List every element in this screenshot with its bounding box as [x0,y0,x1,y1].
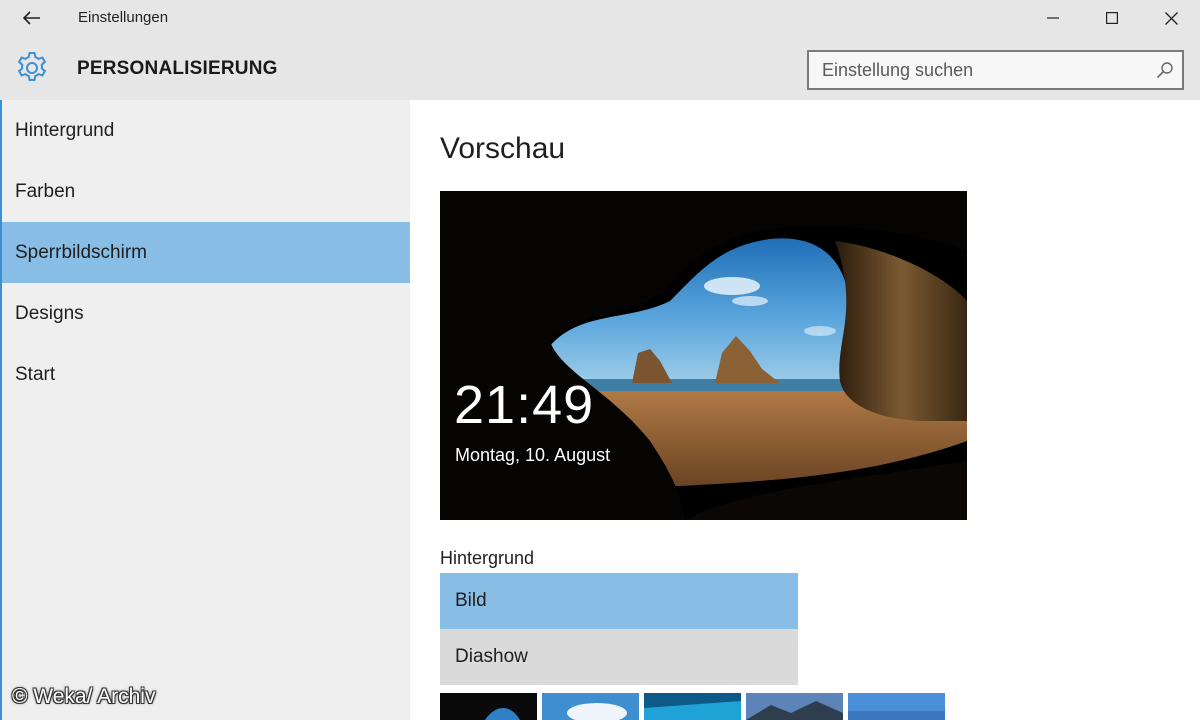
option-label: Bild [455,590,487,611]
sidebar-item-label: Farben [15,180,76,202]
thumbnail-3[interactable] [644,693,741,720]
page-title: Vorschau [440,132,566,165]
maximize-icon [1106,12,1118,24]
sidebar-item-start[interactable]: Start [2,344,410,405]
thumbnail-5[interactable] [848,693,945,720]
sidebar-item-label: Designs [15,302,84,324]
sidebar-item-farben[interactable]: Farben [2,161,410,222]
thumbnail-image [542,693,639,720]
option-label: Diashow [455,646,528,667]
sidebar-item-label: Sperrbildschirm [15,241,147,263]
thumbnail-4[interactable] [746,693,843,720]
thumbnail-1[interactable] [440,693,537,720]
background-option-diashow[interactable]: Diashow [440,629,798,685]
gear-icon [17,52,47,81]
minimize-button[interactable] [1024,0,1082,36]
sidebar-item-label: Start [15,363,56,385]
thumbnail-2[interactable] [542,693,639,720]
section-title: PERSONALISIERUNG [77,58,278,79]
search-input[interactable] [809,52,1149,88]
main-content: Vorschau 21:49 Montag, 10. August Hinter… [410,100,1200,720]
window-title: Einstellungen [78,9,169,26]
maximize-button[interactable] [1083,0,1141,36]
minimize-icon [1047,17,1059,19]
page-header: PERSONALISIERUNG [0,36,1200,100]
search-icon[interactable] [1156,61,1174,79]
sidebar-item-label: Hintergrund [15,119,115,141]
title-bar: Einstellungen [0,0,1200,36]
background-label: Hintergrund [440,548,535,568]
sidebar: Hintergrund Farben Sperrbildschirm Desig… [0,100,410,720]
watermark: © Weka/ Archiv [12,685,156,708]
thumbnail-image [440,693,537,720]
sidebar-item-designs[interactable]: Designs [2,283,410,344]
thumbnail-image [644,693,741,720]
back-button[interactable] [14,4,50,32]
back-arrow-icon [23,11,40,25]
close-button[interactable] [1142,0,1200,36]
close-icon [1164,11,1178,25]
cave-beach-image [440,191,967,520]
lockscreen-date: Montag, 10. August [455,445,611,465]
sidebar-item-sperrbildschirm[interactable]: Sperrbildschirm [2,222,410,283]
thumbnail-image [848,693,945,720]
sidebar-item-hintergrund[interactable]: Hintergrund [2,100,410,161]
lockscreen-time: 21:49 [454,375,595,435]
background-option-bild[interactable]: Bild [440,573,798,629]
lockscreen-preview: 21:49 Montag, 10. August [440,191,967,520]
image-thumbnails [440,693,960,720]
search-box[interactable] [807,50,1184,90]
thumbnail-image [746,693,843,720]
